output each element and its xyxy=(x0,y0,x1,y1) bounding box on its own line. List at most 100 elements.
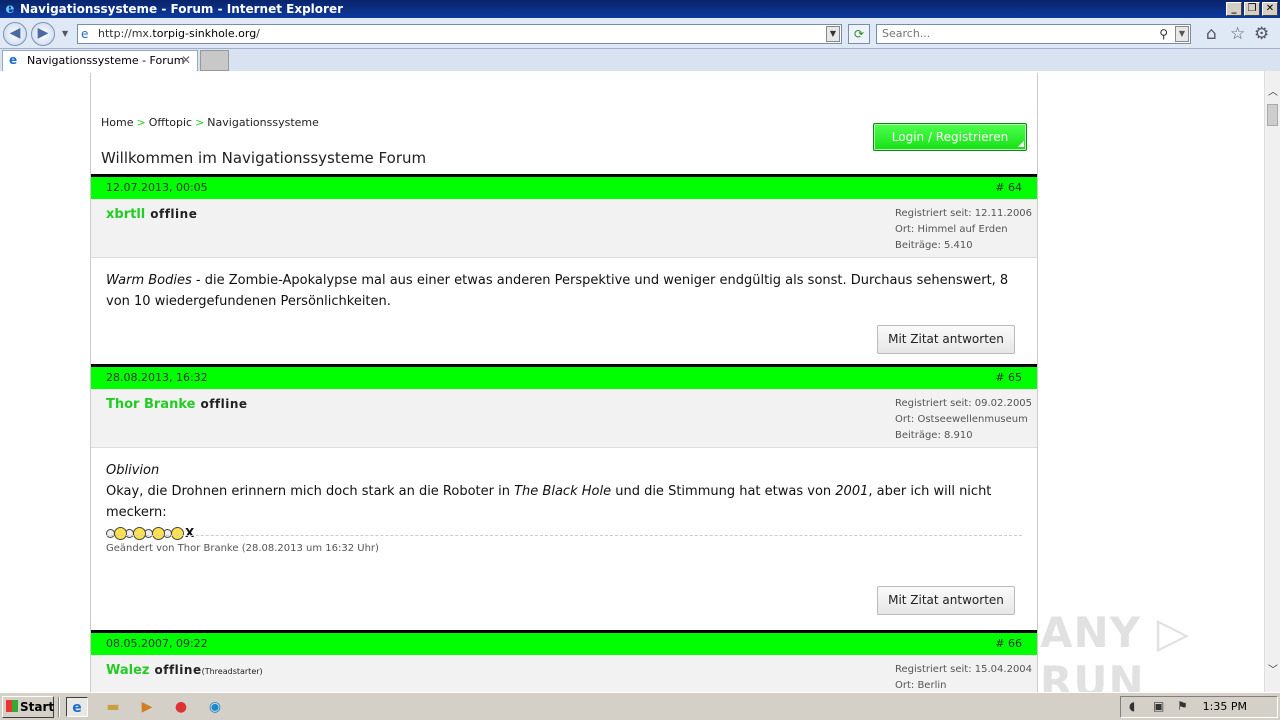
explorer-folder-icon[interactable]: ▬ xyxy=(102,697,124,717)
tab-close-icon[interactable]: ✕ xyxy=(181,51,191,70)
forward-arrow-icon[interactable]: ▶ xyxy=(31,22,55,46)
post-body: Warm Bodies - die Zombie-Apokalypse mal … xyxy=(106,270,1021,312)
author-name[interactable]: xbrtll xyxy=(106,207,145,222)
favorites-star-icon[interactable]: ☆ xyxy=(1230,25,1245,43)
window-title: Navigationssysteme - Forum - Internet Ex… xyxy=(20,2,344,16)
navigation-bar: ◀ ▶ ▼ e http://mx.torpig-sinkhole.org/ ▼… xyxy=(0,18,1280,49)
breadcrumb-offtopic[interactable]: Offtopic xyxy=(149,116,192,129)
author-location: Ort: Berlin xyxy=(895,680,947,691)
author-link[interactable]: xbrtll offline xyxy=(106,207,197,222)
breadcrumb-home[interactable]: Home xyxy=(101,116,133,129)
scroll-thumb[interactable] xyxy=(1267,104,1278,126)
quote-reply-button[interactable]: Mit Zitat antworten xyxy=(877,586,1015,615)
window-titlebar: e Navigationssysteme - Forum - Internet … xyxy=(0,0,1280,18)
page-viewport: Home > Offtopic > Navigationssysteme Willkom… xyxy=(0,71,1264,692)
search-dropdown-icon[interactable]: ▼ xyxy=(1175,26,1189,42)
breadcrumb: Home > Offtopic > Navigationssysteme xyxy=(101,116,319,129)
search-box[interactable]: ⚲ ▼ xyxy=(876,24,1191,44)
new-tab-button[interactable] xyxy=(200,50,229,71)
movie-title: Warm Bodies xyxy=(106,273,192,288)
network-icon[interactable]: ▣ xyxy=(1153,699,1164,713)
search-icon[interactable]: ⚲ xyxy=(1159,25,1168,43)
edge-icon[interactable]: ◉ xyxy=(204,697,226,717)
close-button[interactable]: ✕ xyxy=(1262,2,1278,16)
author-location: Ort: Ostseewellenmuseum xyxy=(895,414,1028,425)
post-text: - die Zombie-Apokalypse mal aus einer et… xyxy=(106,273,1009,309)
chrome-icon[interactable]: ● xyxy=(170,697,192,717)
registered-since: Registriert seit: 15.04.2004 xyxy=(895,664,1033,675)
refresh-icon[interactable]: ⟳ xyxy=(848,24,870,44)
author-link[interactable]: Walez offline(Threadstarter) xyxy=(106,663,263,678)
clock[interactable]: 1:35 PM xyxy=(1203,700,1247,713)
post-date: 28.08.2013, 16:32 xyxy=(106,371,208,384)
scroll-down-icon[interactable]: ﹀ xyxy=(1265,663,1280,679)
page-title: Willkommen im Navigationssysteme Forum xyxy=(101,149,427,167)
post-number[interactable]: # 66 xyxy=(995,633,1022,655)
tab-bar: e Navigationssysteme - Forum ✕ xyxy=(0,49,1280,71)
quote-reply-button[interactable]: Mit Zitat antworten xyxy=(877,325,1015,354)
system-tray: ◖ ▣ ⚑ 1:35 PM xyxy=(1120,696,1278,718)
windows-flag-icon xyxy=(6,700,18,712)
movie-title: Oblivion xyxy=(106,463,160,478)
registered-since: Registriert seit: 12.11.2006 xyxy=(895,208,1033,219)
page-icon: e xyxy=(81,27,89,41)
breadcrumb-separator: > xyxy=(136,116,146,129)
start-label: Start xyxy=(20,700,55,714)
author-post-count: Beiträge: 8.910 xyxy=(895,430,973,441)
vertical-scrollbar[interactable]: ︿ ﹀ xyxy=(1264,71,1280,692)
start-button[interactable]: Start xyxy=(2,696,54,718)
action-center-flag-icon[interactable]: ⚑ xyxy=(1177,699,1188,713)
author-status: offline(Threadstarter) xyxy=(155,663,263,677)
volume-icon[interactable]: ◖ xyxy=(1129,699,1135,713)
address-dropdown-icon[interactable]: ▼ xyxy=(826,26,840,42)
anyrun-watermark: ANY ▷ RUN xyxy=(1040,608,1190,692)
login-register-label: Login / Registrieren xyxy=(891,130,1009,144)
post-header: 08.05.2007, 09:22 # 66 xyxy=(91,630,1037,655)
author-location: Ort: Himmel auf Erden xyxy=(895,224,1008,235)
author-status: offline xyxy=(200,397,248,411)
minimize-button[interactable]: _ xyxy=(1226,2,1242,16)
author-status-text: offline xyxy=(154,663,202,677)
author-status: offline xyxy=(150,207,198,221)
movie-reference: The Black Hole xyxy=(514,484,612,499)
back-arrow-icon[interactable]: ◀ xyxy=(3,22,27,46)
author-post-count: Beiträge: 5.410 xyxy=(895,240,973,251)
breadcrumb-separator: > xyxy=(195,116,205,129)
author-name[interactable]: Thor Branke xyxy=(106,397,195,412)
post-text: Okay, die Drohnen erinnern mich doch sta… xyxy=(106,484,515,499)
login-register-button[interactable]: Login / Registrieren ◢ xyxy=(873,123,1027,151)
maximize-button[interactable]: ❐ xyxy=(1244,2,1260,16)
url-suffix: / xyxy=(256,27,260,40)
forum-page: Home > Offtopic > Navigationssysteme Willkom… xyxy=(90,73,1038,692)
scroll-up-icon[interactable]: ︿ xyxy=(1265,85,1280,101)
author-meta: Registriert seit: 12.11.2006 Ort: Himmel… xyxy=(895,206,1032,254)
tools-gear-icon[interactable]: ⚙ xyxy=(1254,25,1269,43)
threadstarter-badge: (Threadstarter) xyxy=(201,667,263,676)
author-name[interactable]: Walez xyxy=(106,663,150,678)
post-date: 12.07.2013, 00:05 xyxy=(106,181,208,194)
taskbar: Start e ▬ ▶ ● ◉ ◖ ▣ ⚑ 1:35 PM xyxy=(0,692,1280,720)
corner-arrow-icon: ◢ xyxy=(1017,139,1024,148)
author-meta: Registriert seit: 15.04.2004 Ort: Berlin xyxy=(895,662,1032,692)
author-bar: Walez offline(Threadstarter) Registriert … xyxy=(91,655,1037,692)
url-prefix: http://mx. xyxy=(98,27,153,40)
author-meta: Registriert seit: 09.02.2005 Ort: Ostsee… xyxy=(895,396,1032,444)
author-bar: xbrtll offline Registriert seit: 12.11.20… xyxy=(91,199,1037,258)
post-body: Oblivion Okay, die Drohnen erinnern mich… xyxy=(106,460,1021,544)
search-input[interactable] xyxy=(882,27,1152,40)
tab-forum[interactable]: e Navigationssysteme - Forum ✕ xyxy=(2,50,198,71)
author-link[interactable]: Thor Branke offline xyxy=(106,397,248,412)
post-number[interactable]: # 65 xyxy=(995,367,1022,389)
post-number[interactable]: # 64 xyxy=(995,177,1022,199)
url-host: torpig-sinkhole.org xyxy=(152,27,257,40)
breadcrumb-navigationssysteme[interactable]: Navigationssysteme xyxy=(207,116,319,129)
media-player-icon[interactable]: ▶ xyxy=(136,697,158,717)
address-bar[interactable]: e http://mx.torpig-sinkhole.org/ ▼ xyxy=(77,24,842,44)
registered-since: Registriert seit: 09.02.2005 xyxy=(895,398,1033,409)
home-icon[interactable]: ⌂ xyxy=(1206,25,1217,43)
post-header: 28.08.2013, 16:32 # 65 xyxy=(91,364,1037,389)
history-dropdown-icon[interactable]: ▼ xyxy=(62,29,68,38)
edited-note: Geändert von Thor Branke (28.08.2013 um … xyxy=(106,535,1022,554)
movie-reference: 2001 xyxy=(835,484,869,499)
ie-taskbar-icon[interactable]: e xyxy=(66,697,88,717)
